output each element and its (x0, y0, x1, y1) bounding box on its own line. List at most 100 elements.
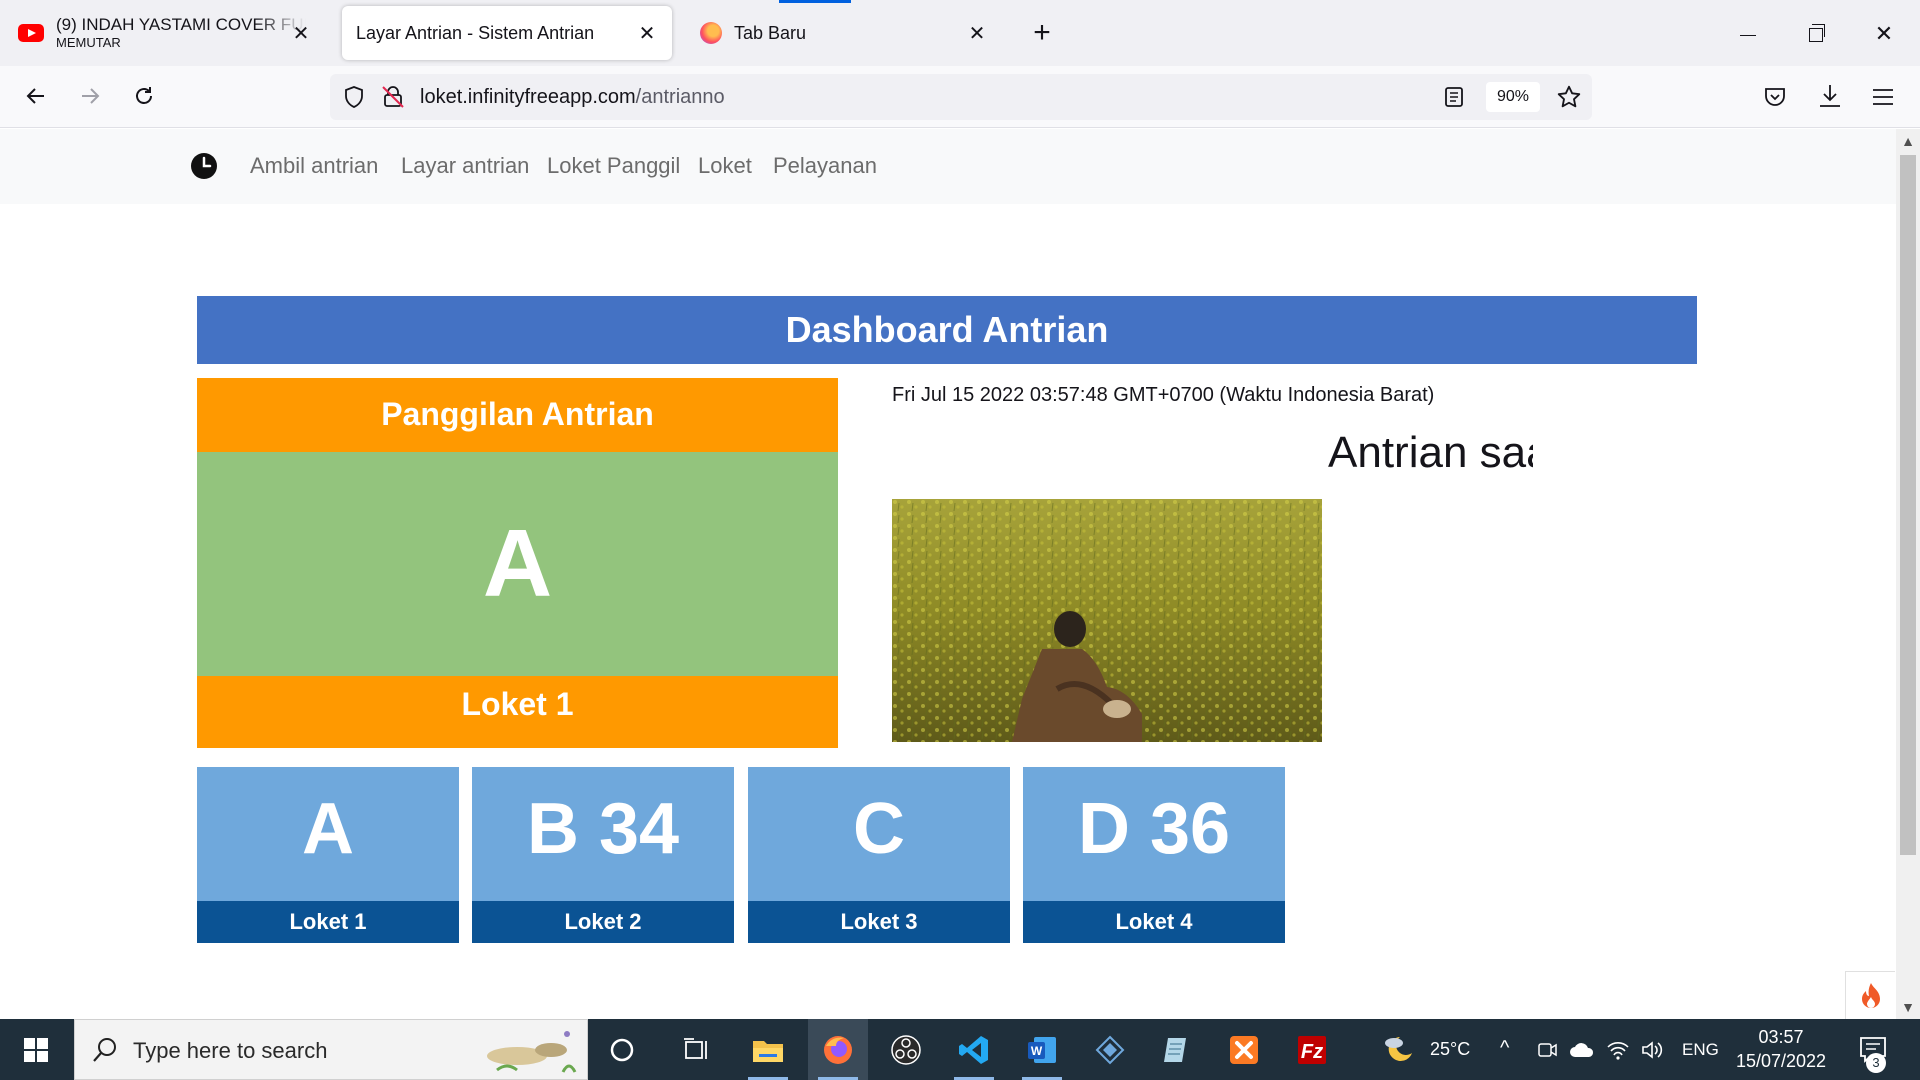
url-text[interactable]: loket.infinityfreeapp.com/antrianno (420, 86, 725, 109)
close-tab-icon[interactable]: ✕ (634, 20, 660, 46)
address-bar[interactable]: loket.infinityfreeapp.com/antrianno 90% (330, 74, 1592, 120)
tab-title-group: (9) INDAH YASTAMI COVER FULL MEMUTAR (56, 15, 306, 51)
close-tab-icon[interactable]: ✕ (288, 20, 314, 46)
meet-now-icon[interactable] (1536, 1039, 1558, 1061)
tab-title: (9) INDAH YASTAMI COVER FULL (56, 15, 306, 34)
task-view-icon (684, 1037, 707, 1059)
insecure-lock-icon[interactable] (380, 84, 406, 110)
task-view-button[interactable] (666, 1019, 726, 1080)
page-viewport: Ambil antrian Layar antrian Loket Panggi… (0, 129, 1896, 1019)
svg-text:Fz: Fz (1301, 1041, 1323, 1063)
reader-view-icon[interactable] (1442, 85, 1466, 109)
file-explorer-button[interactable] (738, 1019, 798, 1080)
start-button[interactable] (0, 1019, 72, 1080)
diamond-grid-icon (1095, 1035, 1125, 1064)
scroll-thumb[interactable] (1900, 155, 1916, 855)
notification-count-badge: 3 (1866, 1053, 1886, 1073)
xampp-button[interactable] (1214, 1019, 1274, 1080)
tab-strip: (9) INDAH YASTAMI COVER FULL MEMUTAR ✕ L… (0, 0, 1920, 66)
nav-link-layar-antrian[interactable]: Layar antrian (401, 153, 529, 179)
search-placeholder: Type here to search (133, 1038, 328, 1063)
call-panel: Panggilan Antrian A Loket 1 (197, 378, 838, 748)
svg-text:W: W (1031, 1044, 1043, 1058)
language-indicator[interactable]: ENG (1682, 1040, 1719, 1060)
notepad-button[interactable] (1146, 1019, 1206, 1080)
tab-layar-antrian[interactable]: Layar Antrian - Sistem Antrian ✕ (342, 6, 672, 60)
tab-title: Tab Baru (734, 22, 807, 43)
restore-button[interactable] (1796, 14, 1836, 54)
hosting-widget-button[interactable] (1845, 971, 1895, 1019)
page-scrollbar[interactable]: ▲ ▼ (1896, 129, 1920, 1019)
counter-label: Loket 4 (1023, 901, 1285, 943)
filezilla-icon: Fz (1298, 1035, 1326, 1064)
close-window-button[interactable]: ✕ (1864, 14, 1904, 54)
firefox-taskbar-button[interactable] (808, 1019, 868, 1080)
taskbar-search[interactable]: Type here to search (74, 1019, 588, 1080)
clock-icon[interactable] (190, 152, 218, 180)
pocket-icon[interactable] (1762, 84, 1788, 110)
shield-icon[interactable] (342, 85, 366, 109)
clock-date: 15/07/2022 (1735, 1051, 1827, 1071)
counter-label: Loket 2 (472, 901, 734, 943)
cortana-button[interactable] (592, 1019, 652, 1080)
counter-label: Loket 1 (197, 901, 459, 943)
clock-time: 03:57 (1758, 1027, 1804, 1047)
wifi-icon[interactable] (1606, 1039, 1630, 1061)
show-hidden-icons-chevron-icon[interactable]: ^ (1500, 1037, 1509, 1060)
site-navbar: Ambil antrian Layar antrian Loket Panggi… (0, 129, 1896, 204)
cortana-circle-icon (610, 1038, 634, 1061)
search-icon (93, 1038, 116, 1062)
vscode-icon (959, 1035, 988, 1064)
counter-card-4: D 36 Loket 4 (1023, 767, 1285, 943)
taskbar-clock[interactable]: 03:57 15/07/2022 (1734, 1025, 1828, 1073)
nav-link-loket[interactable]: Loket (698, 153, 752, 179)
counter-label: Loket 3 (748, 901, 1010, 943)
obs-button[interactable] (876, 1019, 936, 1080)
video-player[interactable] (892, 499, 1322, 742)
counter-number: C (748, 767, 1010, 901)
nav-link-ambil-antrian[interactable]: Ambil antrian (250, 153, 378, 179)
notepad-icon (1164, 1037, 1186, 1062)
word-icon: W (1028, 1036, 1056, 1063)
nav-link-loket-panggil[interactable]: Loket Panggil (547, 153, 680, 179)
search-highlight-illustration (487, 1031, 577, 1073)
flame-icon (1861, 983, 1880, 1008)
tab-playing-label: MEMUTAR (56, 35, 121, 50)
app-button[interactable] (1080, 1019, 1140, 1080)
firefox-icon (700, 22, 722, 44)
close-tab-icon[interactable]: ✕ (964, 20, 990, 46)
xampp-icon (1230, 1035, 1258, 1064)
nav-link-pelayanan[interactable]: Pelayanan (773, 153, 877, 179)
volume-icon[interactable] (1640, 1039, 1664, 1061)
windows-taskbar: Type here to search W Fz 25°C ^ ENG 03:5… (0, 1019, 1920, 1080)
counter-card-3: C Loket 3 (748, 767, 1010, 943)
forward-button[interactable] (70, 76, 110, 116)
counter-number: B 34 (472, 767, 734, 901)
download-icon[interactable] (1816, 82, 1844, 110)
folder-icon (753, 1040, 783, 1062)
marquee-container: Antrian saat ini (1328, 428, 1533, 478)
hamburger-menu-icon[interactable] (1870, 84, 1896, 110)
tab-new[interactable]: Tab Baru ✕ (686, 6, 1002, 60)
minimize-button[interactable] (1728, 14, 1768, 54)
firefox-icon (824, 1035, 852, 1064)
zoom-level-button[interactable]: 90% (1486, 82, 1540, 112)
scroll-down-arrow-icon[interactable]: ▼ (1896, 995, 1920, 1019)
weather-temperature[interactable]: 25°C (1430, 1039, 1470, 1060)
dashboard-title: Dashboard Antrian (197, 296, 1697, 364)
tab-youtube[interactable]: (9) INDAH YASTAMI COVER FULL MEMUTAR ✕ (4, 6, 326, 60)
scroll-up-arrow-icon[interactable]: ▲ (1896, 129, 1920, 153)
word-button[interactable]: W (1012, 1019, 1072, 1080)
onedrive-cloud-icon[interactable] (1568, 1041, 1596, 1059)
nav-bar: loket.infinityfreeapp.com/antrianno 90% (0, 66, 1920, 128)
bookmark-star-icon[interactable] (1556, 84, 1582, 110)
current-datetime: Fri Jul 15 2022 03:57:48 GMT+0700 (Waktu… (892, 384, 1435, 406)
weather-moon-icon[interactable] (1380, 1033, 1416, 1065)
vscode-button[interactable] (944, 1019, 1004, 1080)
new-tab-button[interactable]: + (1026, 18, 1058, 50)
back-button[interactable] (16, 76, 56, 116)
filezilla-button[interactable]: Fz (1282, 1019, 1342, 1080)
current-queue-number: A (197, 452, 838, 676)
reload-button[interactable] (124, 76, 164, 116)
video-frame-image (892, 499, 1322, 742)
